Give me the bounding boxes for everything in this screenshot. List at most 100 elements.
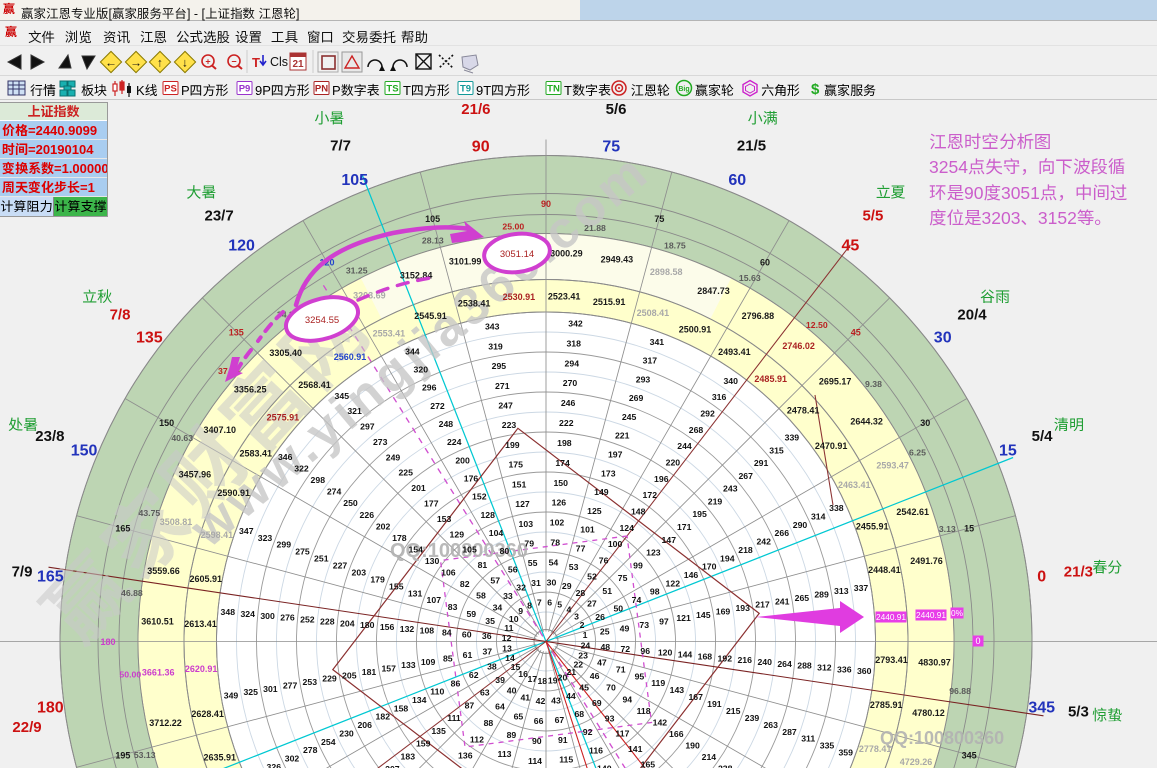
- svg-text:140: 140: [597, 764, 612, 768]
- svg-text:147: 147: [662, 535, 677, 545]
- svg-text:100: 100: [608, 539, 623, 549]
- svg-text:2500.91: 2500.91: [679, 325, 712, 335]
- svg-text:103: 103: [519, 519, 534, 529]
- svg-text:114: 114: [528, 756, 542, 766]
- svg-text:266: 266: [775, 528, 790, 538]
- svg-text:17: 17: [527, 674, 537, 684]
- svg-text:2620.91: 2620.91: [185, 664, 218, 674]
- svg-text:小暑: 小暑: [314, 111, 344, 128]
- svg-text:3457.96: 3457.96: [179, 470, 212, 480]
- svg-text:29: 29: [562, 581, 572, 591]
- svg-text:108: 108: [420, 626, 435, 636]
- svg-text:91: 91: [558, 735, 568, 745]
- svg-text:惊蛰: 惊蛰: [1092, 706, 1122, 724]
- svg-text:春分: 春分: [1092, 560, 1122, 577]
- svg-text:2796.88: 2796.88: [742, 311, 775, 321]
- svg-text:95: 95: [635, 671, 645, 681]
- svg-text:174: 174: [555, 458, 570, 468]
- svg-text:119: 119: [651, 678, 665, 688]
- svg-text:288: 288: [797, 661, 812, 671]
- svg-text:2568.41: 2568.41: [298, 380, 331, 390]
- svg-text:江恩时空分析图: 江恩时空分析图: [929, 132, 1052, 152]
- svg-text:153: 153: [437, 514, 452, 524]
- svg-text:171: 171: [677, 522, 692, 532]
- svg-text:271: 271: [495, 381, 510, 391]
- svg-text:46: 46: [590, 671, 600, 681]
- svg-text:165: 165: [37, 569, 64, 586]
- svg-text:200: 200: [455, 455, 470, 465]
- svg-text:35: 35: [485, 616, 495, 626]
- svg-text:+: +: [205, 57, 210, 67]
- svg-text:134: 134: [412, 695, 427, 705]
- svg-text:大暑: 大暑: [186, 185, 216, 202]
- svg-text:274: 274: [327, 487, 342, 497]
- svg-text:203: 203: [352, 568, 367, 578]
- svg-text:2583.41: 2583.41: [240, 449, 273, 459]
- svg-text:4: 4: [566, 604, 571, 614]
- svg-text:2635.91: 2635.91: [204, 753, 237, 763]
- svg-text:151: 151: [512, 479, 527, 489]
- svg-text:173: 173: [601, 468, 616, 478]
- svg-text:50: 50: [613, 603, 623, 613]
- svg-text:2575.91: 2575.91: [267, 412, 300, 422]
- svg-text:−: −: [231, 57, 236, 67]
- svg-text:301: 301: [263, 684, 278, 694]
- svg-text:101: 101: [580, 525, 595, 535]
- svg-text:156: 156: [380, 622, 395, 632]
- svg-text:125: 125: [587, 506, 602, 516]
- svg-text:135: 135: [431, 726, 446, 736]
- svg-text:319: 319: [488, 341, 503, 351]
- svg-text:2538.41: 2538.41: [458, 299, 491, 309]
- svg-text:230: 230: [339, 729, 354, 739]
- svg-text:2598.41: 2598.41: [201, 530, 234, 540]
- svg-text:60: 60: [760, 258, 770, 268]
- svg-text:3051.14: 3051.14: [500, 249, 534, 260]
- svg-text:198: 198: [557, 438, 572, 448]
- svg-text:54: 54: [549, 557, 559, 567]
- svg-text:7/8: 7/8: [110, 307, 131, 324]
- svg-text:20/4: 20/4: [957, 307, 987, 324]
- svg-text:9: 9: [518, 606, 523, 616]
- svg-text:清明: 清明: [1054, 417, 1084, 434]
- svg-text:24: 24: [581, 640, 591, 650]
- svg-text:71: 71: [616, 664, 626, 674]
- svg-text:143: 143: [670, 685, 685, 695]
- svg-text:5/5: 5/5: [862, 208, 883, 225]
- svg-text:116: 116: [589, 745, 603, 755]
- svg-text:82: 82: [460, 579, 470, 589]
- svg-text:56: 56: [508, 564, 518, 574]
- svg-text:62: 62: [469, 670, 479, 680]
- svg-text:105: 105: [341, 172, 368, 189]
- svg-text:12.50: 12.50: [806, 320, 828, 330]
- svg-text:53: 53: [569, 562, 579, 572]
- svg-text:243: 243: [723, 484, 738, 494]
- svg-text:83: 83: [448, 602, 458, 612]
- svg-text:339: 339: [785, 433, 800, 443]
- svg-text:191: 191: [707, 699, 722, 709]
- svg-text:3407.10: 3407.10: [204, 425, 237, 435]
- svg-text:130: 130: [425, 556, 440, 566]
- svg-text:167: 167: [688, 692, 703, 702]
- svg-text:5/4: 5/4: [1032, 428, 1054, 445]
- svg-text:244: 244: [677, 441, 692, 451]
- svg-text:314: 314: [811, 512, 826, 522]
- svg-text:↑: ↑: [157, 56, 163, 70]
- svg-text:336: 336: [837, 664, 852, 674]
- svg-text:126: 126: [552, 498, 567, 508]
- svg-text:2628.41: 2628.41: [191, 709, 224, 719]
- svg-text:处暑: 处暑: [8, 417, 38, 434]
- svg-text:13: 13: [502, 643, 512, 653]
- svg-text:60: 60: [462, 629, 472, 639]
- svg-text:132: 132: [400, 624, 415, 634]
- svg-text:207: 207: [385, 764, 400, 768]
- svg-text:348: 348: [221, 607, 236, 617]
- svg-text:120: 120: [658, 648, 673, 658]
- svg-text:316: 316: [712, 392, 727, 402]
- svg-text:11: 11: [504, 623, 513, 633]
- svg-text:99: 99: [633, 560, 643, 570]
- svg-text:115: 115: [559, 755, 573, 765]
- svg-text:2515.91: 2515.91: [593, 297, 626, 307]
- svg-text:223: 223: [502, 420, 517, 430]
- svg-text:194: 194: [720, 553, 735, 563]
- svg-text:P9: P9: [239, 84, 251, 95]
